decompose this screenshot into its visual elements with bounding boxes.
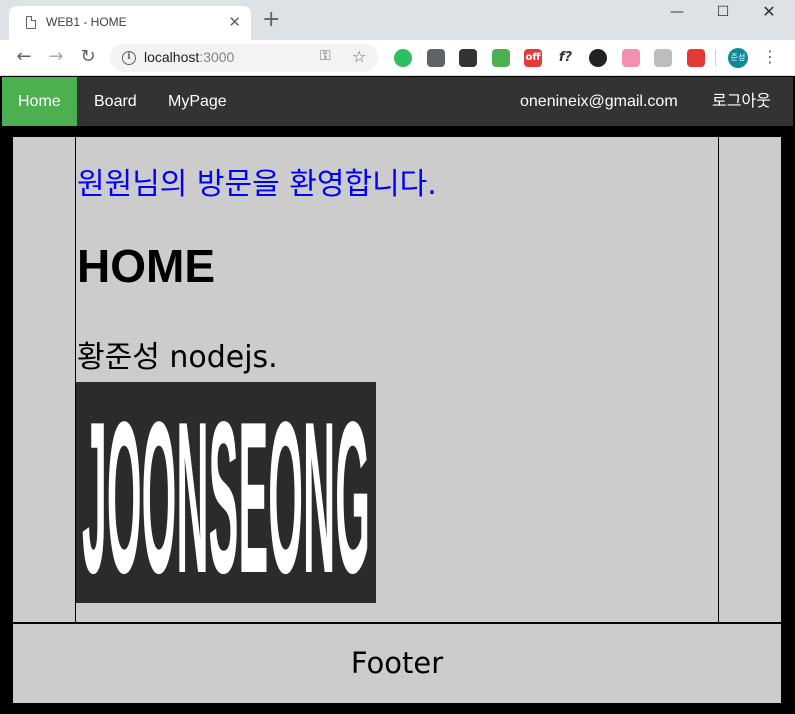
page-title: HOME: [77, 240, 215, 292]
off-badge-icon[interactable]: off: [524, 49, 542, 67]
reload-icon[interactable]: ↻: [78, 46, 98, 68]
evernote-icon[interactable]: [394, 49, 412, 67]
star-icon[interactable]: ☆: [352, 47, 366, 66]
incognito-icon[interactable]: [459, 49, 477, 67]
url-text[interactable]: localhost:3000: [144, 49, 234, 65]
main-content: 원원님의 방문을 환영합니다. HOME 황준성 nodejs. JOONSEO…: [76, 137, 718, 622]
nav-home[interactable]: Home: [2, 77, 77, 126]
new-tab-button[interactable]: +: [262, 8, 280, 32]
description-text: 황준성 nodejs.: [77, 340, 278, 375]
close-icon[interactable]: ✕: [746, 2, 792, 24]
eyedropper-icon[interactable]: [491, 49, 510, 67]
nav-mypage[interactable]: MyPage: [152, 77, 243, 126]
pin-ext-icon[interactable]: [654, 49, 672, 67]
info-icon[interactable]: i: [122, 51, 136, 65]
document-icon: [26, 16, 36, 29]
nav-board[interactable]: Board: [78, 77, 153, 126]
color-wheel-icon[interactable]: [589, 49, 607, 67]
maximize-icon[interactable]: ☐: [700, 2, 746, 24]
nav-logout[interactable]: 로그아웃: [696, 77, 787, 126]
browser-titlebar: WEB1 - HOME ✕ + — ☐ ✕: [0, 0, 795, 40]
browser-toolbar: ← → ↻ i localhost:3000 ⚿ ☆ off f? 준성 ⋮: [0, 40, 795, 76]
tab-close-icon[interactable]: ✕: [228, 13, 241, 31]
joonseong-logo-image: JOONSEONG: [76, 382, 376, 603]
font-icon[interactable]: f?: [557, 49, 575, 67]
browser-tab[interactable]: WEB1 - HOME ✕: [9, 6, 251, 40]
chat-icon[interactable]: [426, 49, 445, 67]
key-icon[interactable]: ⚿: [320, 48, 331, 64]
welcome-message: 원원님의 방문을 환영합니다.: [77, 167, 437, 202]
minimize-icon[interactable]: —: [654, 2, 700, 24]
logo-text: JOONSEONG: [82, 382, 370, 603]
forward-icon[interactable]: →: [46, 46, 66, 68]
arrow-ext-icon[interactable]: [621, 49, 640, 67]
toolbar-separator: [715, 50, 716, 66]
left-sidebar: [13, 137, 75, 622]
back-icon[interactable]: ←: [14, 46, 34, 68]
right-sidebar: [719, 137, 781, 622]
nav-user-email[interactable]: onenineix@gmail.com: [504, 77, 694, 126]
menu-dots-icon[interactable]: ⋮: [762, 46, 778, 68]
top-navbar: Home Board MyPage onenineix@gmail.com 로그…: [2, 77, 793, 126]
sync-ext-icon[interactable]: [686, 49, 705, 67]
profile-avatar[interactable]: 준성: [728, 48, 748, 68]
page-viewport: Home Board MyPage onenineix@gmail.com 로그…: [0, 77, 795, 714]
address-bar[interactable]: i localhost:3000 ⚿ ☆: [110, 44, 378, 72]
tab-title: WEB1 - HOME: [46, 15, 127, 29]
footer: Footer: [13, 624, 781, 703]
